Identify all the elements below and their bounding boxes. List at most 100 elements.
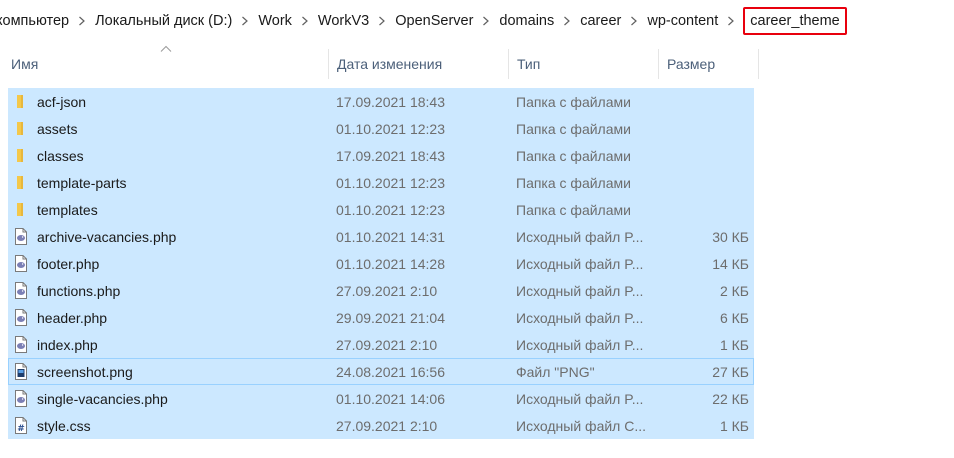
- file-name: classes: [37, 147, 84, 164]
- file-type: Исходный файл C...: [516, 417, 647, 434]
- file-size: [658, 142, 749, 169]
- file-size: 6 КБ: [719, 309, 749, 326]
- chevron-right-icon[interactable]: [371, 7, 393, 35]
- file-date: 27.09.2021 2:10: [336, 336, 438, 353]
- file-size: [658, 196, 749, 223]
- file-row[interactable]: template-parts 01.10.2021 12:23 Папка с …: [8, 169, 754, 196]
- file-type: Исходный файл P...: [516, 336, 644, 353]
- file-name: screenshot.png: [37, 363, 133, 380]
- folder-icon: [13, 120, 29, 137]
- file-size: [658, 88, 749, 115]
- file-name: archive-vacancies.php: [37, 228, 177, 245]
- file-explorer-window: компьютер Локальный диск (D:) Work WorkV…: [0, 0, 954, 458]
- file-name: header.php: [37, 309, 108, 326]
- php-file-icon: [13, 228, 29, 245]
- file-size: 1 КБ: [719, 417, 749, 434]
- file-type: Исходный файл P...: [516, 390, 644, 407]
- column-date-header[interactable]: Дата изменения: [329, 46, 508, 82]
- file-date: 01.10.2021 14:31: [336, 228, 445, 245]
- file-type: Папка с файлами: [516, 93, 631, 110]
- file-row[interactable]: templates 01.10.2021 12:23 Папка с файла…: [8, 196, 754, 223]
- column-header: Имя Дата изменения Тип Размер: [0, 45, 954, 82]
- file-name: acf-json: [37, 93, 87, 110]
- css-file-icon: #: [13, 417, 29, 434]
- file-row[interactable]: screenshot.png 24.08.2021 16:56 Файл "PN…: [8, 358, 754, 385]
- file-type: Папка с файлами: [516, 120, 631, 137]
- php-file-icon: [13, 255, 29, 272]
- breadcrumb-item-work[interactable]: Work: [256, 7, 294, 35]
- file-date: 27.09.2021 2:10: [336, 417, 438, 434]
- file-type: Исходный файл P...: [516, 228, 644, 245]
- chevron-right-icon[interactable]: [234, 7, 256, 35]
- breadcrumb-item-drive-d[interactable]: Локальный диск (D:): [93, 7, 234, 35]
- file-row[interactable]: single-vacancies.php 01.10.2021 14:06 Ис…: [8, 385, 754, 412]
- breadcrumb-item-computer[interactable]: компьютер: [0, 7, 71, 35]
- file-size: [658, 115, 749, 142]
- breadcrumb-item-workv3[interactable]: WorkV3: [316, 7, 371, 35]
- file-date: 01.10.2021 14:06: [336, 390, 445, 407]
- column-divider[interactable]: [758, 49, 759, 79]
- svg-text:#: #: [17, 424, 25, 434]
- chevron-right-icon[interactable]: [475, 7, 497, 35]
- file-type: Исходный файл P...: [516, 282, 644, 299]
- file-row[interactable]: assets 01.10.2021 12:23 Папка с файлами: [8, 115, 754, 142]
- file-type: Исходный файл P...: [516, 309, 644, 326]
- breadcrumb-item-openserver[interactable]: OpenServer: [393, 7, 475, 35]
- breadcrumb-item-career[interactable]: career: [578, 7, 623, 35]
- file-size: 1 КБ: [719, 336, 749, 353]
- breadcrumb-item-domains[interactable]: domains: [497, 7, 556, 35]
- file-date: 01.10.2021 12:23: [336, 201, 445, 218]
- file-row[interactable]: classes 17.09.2021 18:43 Папка с файлами: [8, 142, 754, 169]
- file-row[interactable]: acf-json 17.09.2021 18:43 Папка с файлам…: [8, 88, 754, 115]
- file-type: Исходный файл P...: [516, 255, 644, 272]
- file-row[interactable]: footer.php 01.10.2021 14:28 Исходный фай…: [8, 250, 754, 277]
- file-name: style.css: [37, 417, 91, 434]
- file-type: Папка с файлами: [516, 147, 631, 164]
- chevron-right-icon[interactable]: [294, 7, 316, 35]
- file-name: footer.php: [37, 255, 100, 272]
- file-date: 01.10.2021 12:23: [336, 120, 445, 137]
- column-name-header[interactable]: Имя: [3, 46, 328, 82]
- chevron-right-icon[interactable]: [623, 7, 645, 35]
- file-size: 27 КБ: [712, 363, 749, 380]
- file-date: 01.10.2021 12:23: [336, 174, 445, 191]
- chevron-right-icon[interactable]: [71, 7, 93, 35]
- folder-icon: [13, 201, 29, 218]
- file-size: 2 КБ: [719, 282, 749, 299]
- chevron-right-icon[interactable]: [720, 7, 742, 35]
- file-date: 29.09.2021 21:04: [336, 309, 445, 326]
- column-type-header[interactable]: Тип: [509, 46, 658, 82]
- php-file-icon: [13, 309, 29, 326]
- file-size: 14 КБ: [712, 255, 749, 272]
- file-name: index.php: [37, 336, 98, 353]
- file-row[interactable]: functions.php 27.09.2021 2:10 Исходный ф…: [8, 277, 754, 304]
- file-name: template-parts: [37, 174, 127, 191]
- file-name: functions.php: [37, 282, 121, 299]
- breadcrumb-item-wp-content[interactable]: wp-content: [645, 7, 720, 35]
- file-type: Папка с файлами: [516, 201, 631, 218]
- breadcrumb-item-career-theme[interactable]: career_theme: [743, 7, 847, 35]
- file-row[interactable]: # style.css 27.09.2021 2:10 Исходный фай…: [8, 412, 754, 439]
- folder-icon: [13, 147, 29, 164]
- file-name: assets: [37, 120, 78, 137]
- file-row[interactable]: archive-vacancies.php 01.10.2021 14:31 И…: [8, 223, 754, 250]
- folder-icon: [13, 174, 29, 191]
- folder-icon: [13, 93, 29, 110]
- file-row[interactable]: index.php 27.09.2021 2:10 Исходный файл …: [8, 331, 754, 358]
- php-file-icon: [13, 282, 29, 299]
- column-size-header[interactable]: Размер: [659, 46, 758, 82]
- file-size: 30 КБ: [712, 228, 749, 245]
- breadcrumb[interactable]: компьютер Локальный диск (D:) Work WorkV…: [0, 6, 954, 36]
- file-date: 27.09.2021 2:10: [336, 282, 438, 299]
- chevron-right-icon[interactable]: [556, 7, 578, 35]
- file-type: Папка с файлами: [516, 174, 631, 191]
- php-file-icon: [13, 336, 29, 353]
- image-file-icon: [13, 363, 29, 380]
- file-name: templates: [37, 201, 98, 218]
- file-size: [658, 169, 749, 196]
- file-date: 01.10.2021 14:28: [336, 255, 445, 272]
- php-file-icon: [13, 390, 29, 407]
- file-name: single-vacancies.php: [37, 390, 168, 407]
- file-date: 17.09.2021 18:43: [336, 147, 445, 164]
- file-row[interactable]: header.php 29.09.2021 21:04 Исходный фай…: [8, 304, 754, 331]
